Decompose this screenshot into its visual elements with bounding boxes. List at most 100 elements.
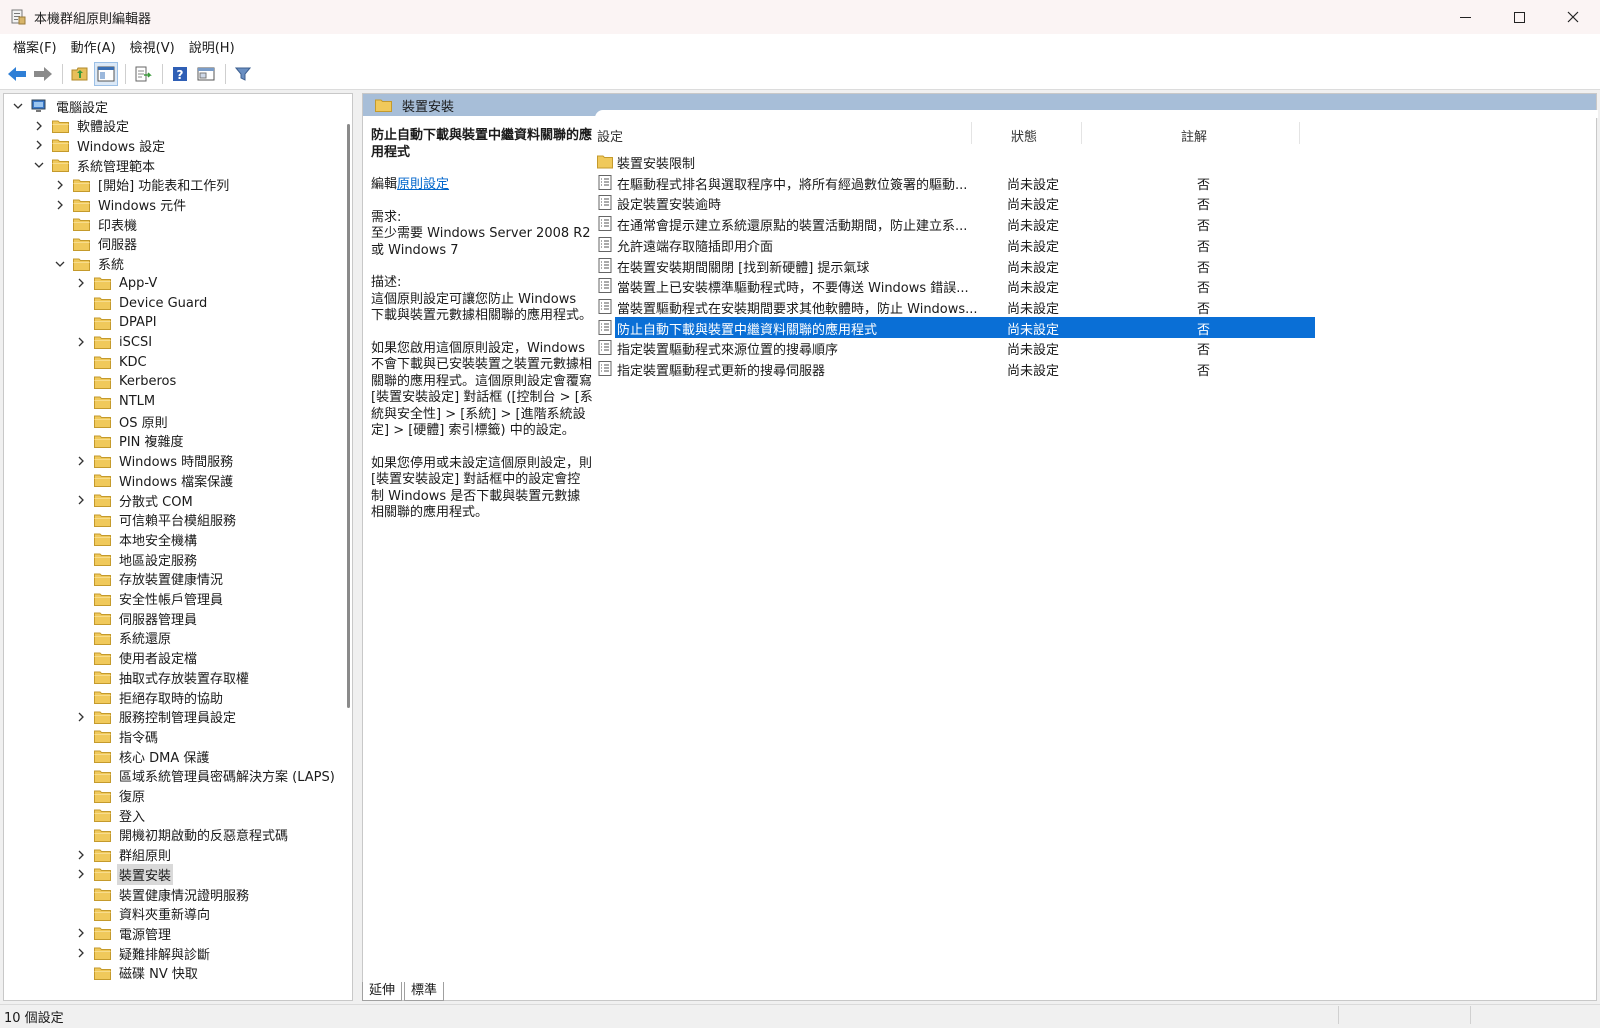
chevron-right-icon[interactable] bbox=[74, 454, 88, 468]
tree-item-0[interactable]: 電腦設定 bbox=[11, 96, 110, 116]
tree-item-windows[interactable]: Windows 檔案保護 bbox=[74, 470, 235, 490]
tab-extended[interactable]: 延伸 bbox=[362, 982, 403, 1001]
console-tree[interactable]: 電腦設定 軟體設定 Windows 設定 系統管理範本 [開始] 功能表和工作列 Wind… bbox=[3, 93, 353, 1001]
tree-item-36[interactable]: 登入 bbox=[74, 805, 147, 825]
list-item-folder[interactable]: 裝置安裝限制 bbox=[595, 151, 1315, 172]
maximize-button[interactable] bbox=[1492, 0, 1546, 34]
tree-item-app-v[interactable]: App-V bbox=[74, 273, 159, 293]
list-item-setting[interactable]: 當裝置上已安裝標準驅動程式時，不要傳送 Windows 錯誤... 尚未設定 否 bbox=[595, 275, 1315, 296]
back-button[interactable] bbox=[5, 62, 29, 86]
chevron-right-icon[interactable] bbox=[32, 119, 46, 133]
tree-item-37[interactable]: 開機初期啟動的反惡意程式碼 bbox=[74, 825, 290, 845]
show-hide-console-tree-button[interactable] bbox=[94, 61, 118, 86]
menu-help[interactable]: 說明(H) bbox=[182, 37, 242, 56]
tree-item-windows[interactable]: Windows 元件 bbox=[53, 195, 188, 215]
properties-button[interactable] bbox=[194, 62, 218, 86]
tree-item-iscsi[interactable]: iSCSI bbox=[74, 332, 154, 352]
tree-item-windows[interactable]: Windows 時間服務 bbox=[74, 451, 235, 471]
list-item-setting[interactable]: 在驅動程式排名與選取程序中，將所有經過數位簽署的驅動... 尚未設定 否 bbox=[595, 172, 1315, 193]
tree-item-25[interactable]: 安全性帳戶管理員 bbox=[74, 589, 225, 609]
tree-item-3[interactable]: 系統管理範本 bbox=[32, 155, 157, 175]
filter-button[interactable] bbox=[231, 62, 255, 86]
up-one-level-button[interactable] bbox=[68, 62, 92, 86]
chevron-right-icon[interactable] bbox=[32, 138, 46, 152]
tree-item-30[interactable]: 拒絕存取時的協助 bbox=[74, 687, 225, 707]
chevron-right-icon[interactable] bbox=[74, 926, 88, 940]
tree-item-38[interactable]: 群組原則 bbox=[74, 845, 173, 865]
chevron-right-icon[interactable] bbox=[53, 198, 67, 212]
tree-item-31[interactable]: 服務控制管理員設定 bbox=[74, 707, 238, 727]
tree-item-4[interactable]: [開始] 功能表和工作列 bbox=[53, 175, 231, 195]
close-button[interactable] bbox=[1546, 0, 1600, 34]
tree-scrollbar[interactable] bbox=[347, 124, 350, 708]
column-header-comment[interactable]: 註解 bbox=[1181, 126, 1207, 145]
chevron-right-icon[interactable] bbox=[74, 710, 88, 724]
tree-item-23[interactable]: 地區設定服務 bbox=[74, 549, 199, 569]
tree-item-43[interactable]: 疑難排解與診斷 bbox=[74, 943, 212, 963]
chevron-right-icon[interactable] bbox=[74, 848, 88, 862]
column-header-setting[interactable]: 設定 bbox=[597, 126, 623, 145]
tree-item-nv[interactable]: 磁碟 NV 快取 bbox=[74, 963, 200, 983]
list-item-setting[interactable]: 防止自動下載與裝置中繼資料關聯的應用程式 尚未設定 否 bbox=[595, 316, 1315, 338]
tree-item-21[interactable]: 可信賴平台模組服務 bbox=[74, 510, 238, 530]
tree-item-24[interactable]: 存放裝置健康情況 bbox=[74, 569, 225, 589]
forward-button[interactable] bbox=[31, 62, 55, 86]
tree-item-28[interactable]: 使用者設定檔 bbox=[74, 648, 199, 668]
tree-item-os[interactable]: OS 原則 bbox=[74, 411, 170, 431]
list-item-setting[interactable]: 在裝置安裝期間關閉 [找到新硬體] 提示氣球 尚未設定 否 bbox=[595, 255, 1315, 276]
tree-item-39[interactable]: 裝置安裝 bbox=[74, 863, 174, 885]
tree-item-8[interactable]: 系統 bbox=[53, 254, 126, 274]
tree-item-com[interactable]: 分散式 COM bbox=[74, 490, 195, 510]
tree-item-laps[interactable]: 區域系統管理員密碼解決方案 (LAPS) bbox=[74, 766, 337, 786]
tree-item-40[interactable]: 裝置健康情況證明服務 bbox=[74, 884, 251, 904]
list-item-setting[interactable]: 當裝置驅動程式在安裝期間要求其他軟體時，防止 Windows... 尚未設定 否 bbox=[595, 296, 1315, 317]
tree-item-kdc[interactable]: KDC bbox=[74, 352, 149, 372]
tree-item-35[interactable]: 復原 bbox=[74, 786, 147, 806]
chevron-down-icon[interactable] bbox=[11, 99, 25, 113]
list-item-setting[interactable]: 指定裝置驅動程式來源位置的搜尋順序 尚未設定 否 bbox=[595, 337, 1315, 358]
chevron-right-icon[interactable] bbox=[53, 178, 67, 192]
export-list-button[interactable] bbox=[131, 62, 155, 86]
tree-item-29[interactable]: 抽取式存放裝置存取權 bbox=[74, 667, 251, 687]
tree-item-7[interactable]: 伺服器 bbox=[53, 234, 139, 254]
up-folder-icon bbox=[71, 67, 88, 80]
tree-item-device-guard[interactable]: Device Guard bbox=[74, 293, 209, 313]
list-item-setting[interactable]: 在通常會提示建立系統還原點的裝置活動期間，防止建立系... 尚未設定 否 bbox=[595, 213, 1315, 234]
tree-item-32[interactable]: 指令碼 bbox=[74, 726, 160, 746]
tree-item-42[interactable]: 電源管理 bbox=[74, 923, 173, 943]
tree-item-dma[interactable]: 核心 DMA 保護 bbox=[74, 746, 211, 766]
tab-standard[interactable]: 標準 bbox=[404, 982, 445, 1001]
menu-action[interactable]: 動作(A) bbox=[64, 37, 123, 56]
folder-icon bbox=[52, 159, 69, 173]
description-disabled: 如果您停用或未設定這個原則設定，則 [裝置安裝設定] 對話框中的設定會控制 Wi… bbox=[371, 455, 593, 521]
tree-item-26[interactable]: 伺服器管理員 bbox=[74, 608, 199, 628]
tree-item-22[interactable]: 本地安全機構 bbox=[74, 529, 199, 549]
tree-item-41[interactable]: 資料夾重新導向 bbox=[74, 904, 212, 924]
chevron-down-icon[interactable] bbox=[32, 158, 46, 172]
chevron-right-icon[interactable] bbox=[74, 946, 88, 960]
chevron-right-icon[interactable] bbox=[74, 335, 88, 349]
tree-item-dpapi[interactable]: DPAPI bbox=[74, 313, 159, 333]
list-item-setting[interactable]: 允許遠端存取隨插即用介面 尚未設定 否 bbox=[595, 234, 1315, 255]
tree-item-windows[interactable]: Windows 設定 bbox=[32, 135, 167, 155]
list-item-setting[interactable]: 設定裝置安裝逾時 尚未設定 否 bbox=[595, 192, 1315, 213]
menu-view[interactable]: 檢視(V) bbox=[123, 37, 182, 56]
help-button[interactable]: ? bbox=[168, 62, 192, 86]
menu-file[interactable]: 檔案(F) bbox=[6, 37, 64, 56]
minimize-button[interactable] bbox=[1438, 0, 1492, 34]
setting-name: 設定裝置安裝逾時 bbox=[617, 198, 722, 214]
tree-item-1[interactable]: 軟體設定 bbox=[32, 116, 131, 136]
chevron-right-icon[interactable] bbox=[74, 493, 88, 507]
tree-item-27[interactable]: 系統還原 bbox=[74, 628, 173, 648]
edit-policy-link[interactable]: 原則設定 bbox=[397, 177, 449, 192]
column-header-state[interactable]: 狀態 bbox=[1011, 126, 1037, 145]
tree-item-6[interactable]: 印表機 bbox=[53, 214, 139, 234]
list-item-setting[interactable]: 指定裝置驅動程式更新的搜尋伺服器 尚未設定 否 bbox=[595, 358, 1315, 379]
tree-item-pin[interactable]: PIN 複雜度 bbox=[74, 431, 186, 451]
chevron-right-icon[interactable] bbox=[74, 276, 88, 290]
tree-item-ntlm[interactable]: NTLM bbox=[74, 392, 157, 412]
tree-item-kerberos[interactable]: Kerberos bbox=[74, 372, 178, 392]
chevron-right-icon[interactable] bbox=[74, 867, 88, 881]
setting-name: 裝置安裝限制 bbox=[617, 157, 696, 172]
chevron-down-icon[interactable] bbox=[53, 257, 67, 271]
